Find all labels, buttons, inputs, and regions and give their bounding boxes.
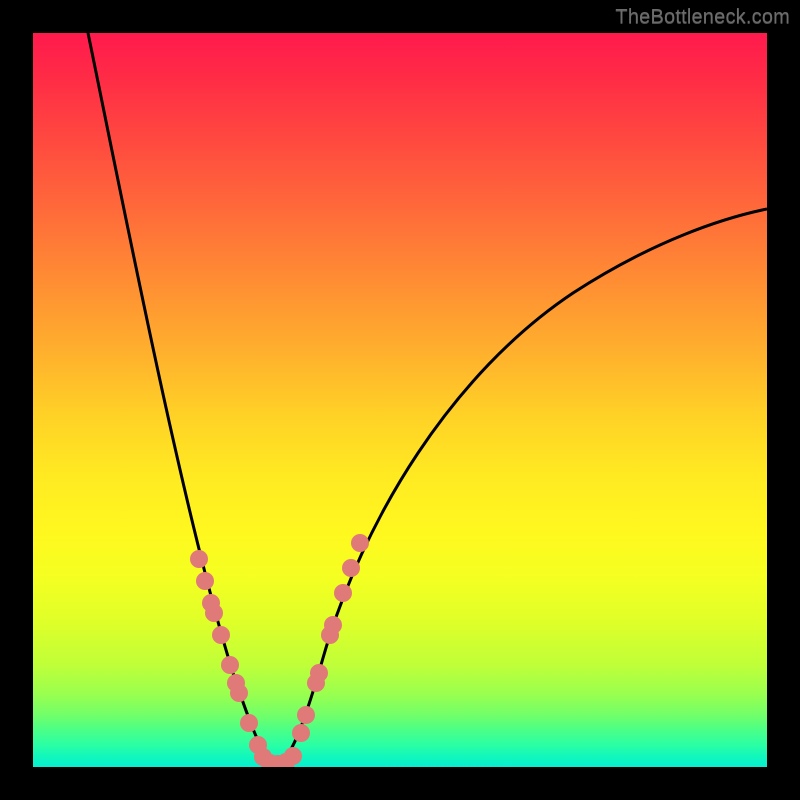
curve-marker: [292, 724, 310, 742]
curve-marker: [310, 664, 328, 682]
curve-marker: [297, 706, 315, 724]
watermark-text: TheBottleneck.com: [615, 6, 790, 29]
chart-frame: TheBottleneck.com: [0, 0, 800, 800]
curve-marker: [240, 714, 258, 732]
curve-marker: [284, 747, 302, 765]
curve-marker: [190, 550, 208, 568]
curve-marker: [342, 559, 360, 577]
curve-markers: [190, 534, 369, 767]
curve-marker: [324, 616, 342, 634]
plot-area: [33, 33, 767, 767]
curve-marker: [230, 684, 248, 702]
curve-layer: [33, 33, 767, 767]
curve-marker: [212, 626, 230, 644]
curve-marker: [205, 604, 223, 622]
bottleneck-curve: [88, 33, 767, 763]
curve-marker: [196, 572, 214, 590]
curve-marker: [351, 534, 369, 552]
curve-marker: [221, 656, 239, 674]
curve-marker: [334, 584, 352, 602]
